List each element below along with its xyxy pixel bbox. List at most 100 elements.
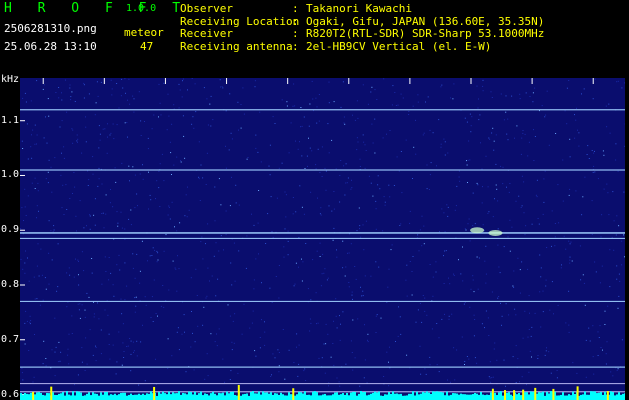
- noise-speck: [354, 357, 356, 359]
- noise-speck: [382, 137, 384, 139]
- antenna-value: 2el-HB9CV Vertical (el. E-W): [306, 39, 492, 53]
- noise-speck: [178, 349, 180, 351]
- noise-speck: [162, 285, 164, 286]
- level-bar: [186, 394, 188, 400]
- noise-speck: [288, 349, 290, 351]
- noise-speck: [195, 268, 197, 270]
- noise-speck: [462, 246, 463, 248]
- noise-speck: [185, 371, 187, 373]
- noise-speck: [229, 205, 231, 207]
- noise-speck: [360, 286, 361, 288]
- noise-speck: [419, 229, 421, 231]
- noise-speck: [303, 116, 305, 118]
- noise-speck: [534, 136, 536, 137]
- noise-speck: [453, 83, 455, 85]
- noise-speck: [447, 215, 449, 217]
- noise-speck: [132, 166, 134, 168]
- noise-speck: [624, 256, 625, 258]
- level-bar: [148, 393, 150, 400]
- noise-speck: [364, 359, 366, 361]
- noise-speck: [94, 114, 96, 116]
- level-bar: [224, 395, 226, 400]
- noise-speck: [126, 122, 128, 123]
- noise-speck: [512, 285, 514, 287]
- noise-speck: [55, 92, 57, 93]
- noise-speck: [514, 308, 516, 310]
- noise-speck: [542, 290, 544, 292]
- noise-speck: [88, 93, 90, 95]
- noise-speck: [301, 125, 303, 127]
- noise-speck: [623, 191, 625, 193]
- noise-speck: [89, 228, 91, 230]
- noise-speck: [424, 368, 426, 370]
- noise-speck: [36, 134, 38, 136]
- noise-speck: [294, 283, 296, 285]
- noise-speck: [255, 147, 257, 149]
- noise-speck: [342, 81, 344, 83]
- level-spike: [534, 387, 537, 400]
- noise-speck: [309, 330, 311, 332]
- noise-speck: [140, 120, 142, 122]
- noise-speck: [400, 333, 402, 335]
- level-bar: [178, 391, 180, 400]
- level-bar: [76, 391, 78, 400]
- noise-speck: [133, 111, 135, 113]
- noise-speck: [594, 261, 596, 263]
- level-bar: [168, 391, 170, 400]
- noise-speck: [292, 197, 294, 198]
- level-bar: [206, 393, 208, 400]
- level-bar: [398, 394, 400, 400]
- noise-speck: [604, 310, 606, 312]
- noise-speck: [139, 173, 141, 175]
- noise-speck: [463, 303, 465, 305]
- noise-speck: [134, 174, 136, 176]
- noise-speck: [367, 341, 369, 343]
- noise-speck: [305, 380, 307, 381]
- level-bar: [386, 394, 388, 400]
- noise-speck: [578, 145, 580, 147]
- noise-speck: [127, 99, 128, 101]
- noise-speck: [328, 81, 330, 83]
- noise-speck: [545, 285, 547, 287]
- noise-speck: [278, 365, 280, 367]
- noise-speck: [163, 180, 165, 182]
- noise-speck: [424, 310, 426, 312]
- noise-speck: [129, 338, 131, 339]
- noise-speck: [359, 166, 361, 167]
- level-bar: [240, 395, 242, 400]
- noise-speck: [225, 210, 227, 212]
- noise-speck: [522, 337, 524, 339]
- noise-speck: [479, 114, 481, 116]
- noise-speck: [591, 150, 593, 151]
- noise-speck: [21, 140, 23, 142]
- level-bar: [136, 394, 138, 400]
- noise-speck: [600, 236, 602, 238]
- noise-speck: [218, 178, 220, 180]
- noise-speck: [200, 164, 202, 166]
- noise-speck: [113, 295, 115, 297]
- noise-speck: [595, 271, 597, 273]
- level-bar: [282, 394, 284, 400]
- noise-speck: [535, 194, 537, 196]
- noise-speck: [374, 152, 376, 154]
- noise-speck: [87, 185, 89, 186]
- noise-speck: [555, 133, 557, 134]
- noise-speck: [69, 84, 71, 86]
- noise-speck: [79, 317, 81, 319]
- noise-speck: [426, 188, 428, 190]
- noise-speck: [465, 229, 467, 231]
- station-info: Observer: Takanori Kawachi Receiving Loca…: [180, 2, 544, 53]
- noise-speck: [572, 362, 574, 364]
- noise-speck: [149, 255, 151, 257]
- noise-speck: [562, 200, 564, 202]
- noise-speck: [474, 357, 476, 359]
- noise-speck: [75, 215, 77, 217]
- noise-speck: [340, 106, 342, 108]
- noise-speck: [195, 111, 197, 113]
- noise-speck: [259, 111, 261, 113]
- noise-speck: [101, 183, 103, 185]
- noise-speck: [600, 347, 602, 348]
- noise-speck: [209, 280, 210, 282]
- noise-speck: [436, 323, 438, 324]
- noise-speck: [178, 107, 180, 109]
